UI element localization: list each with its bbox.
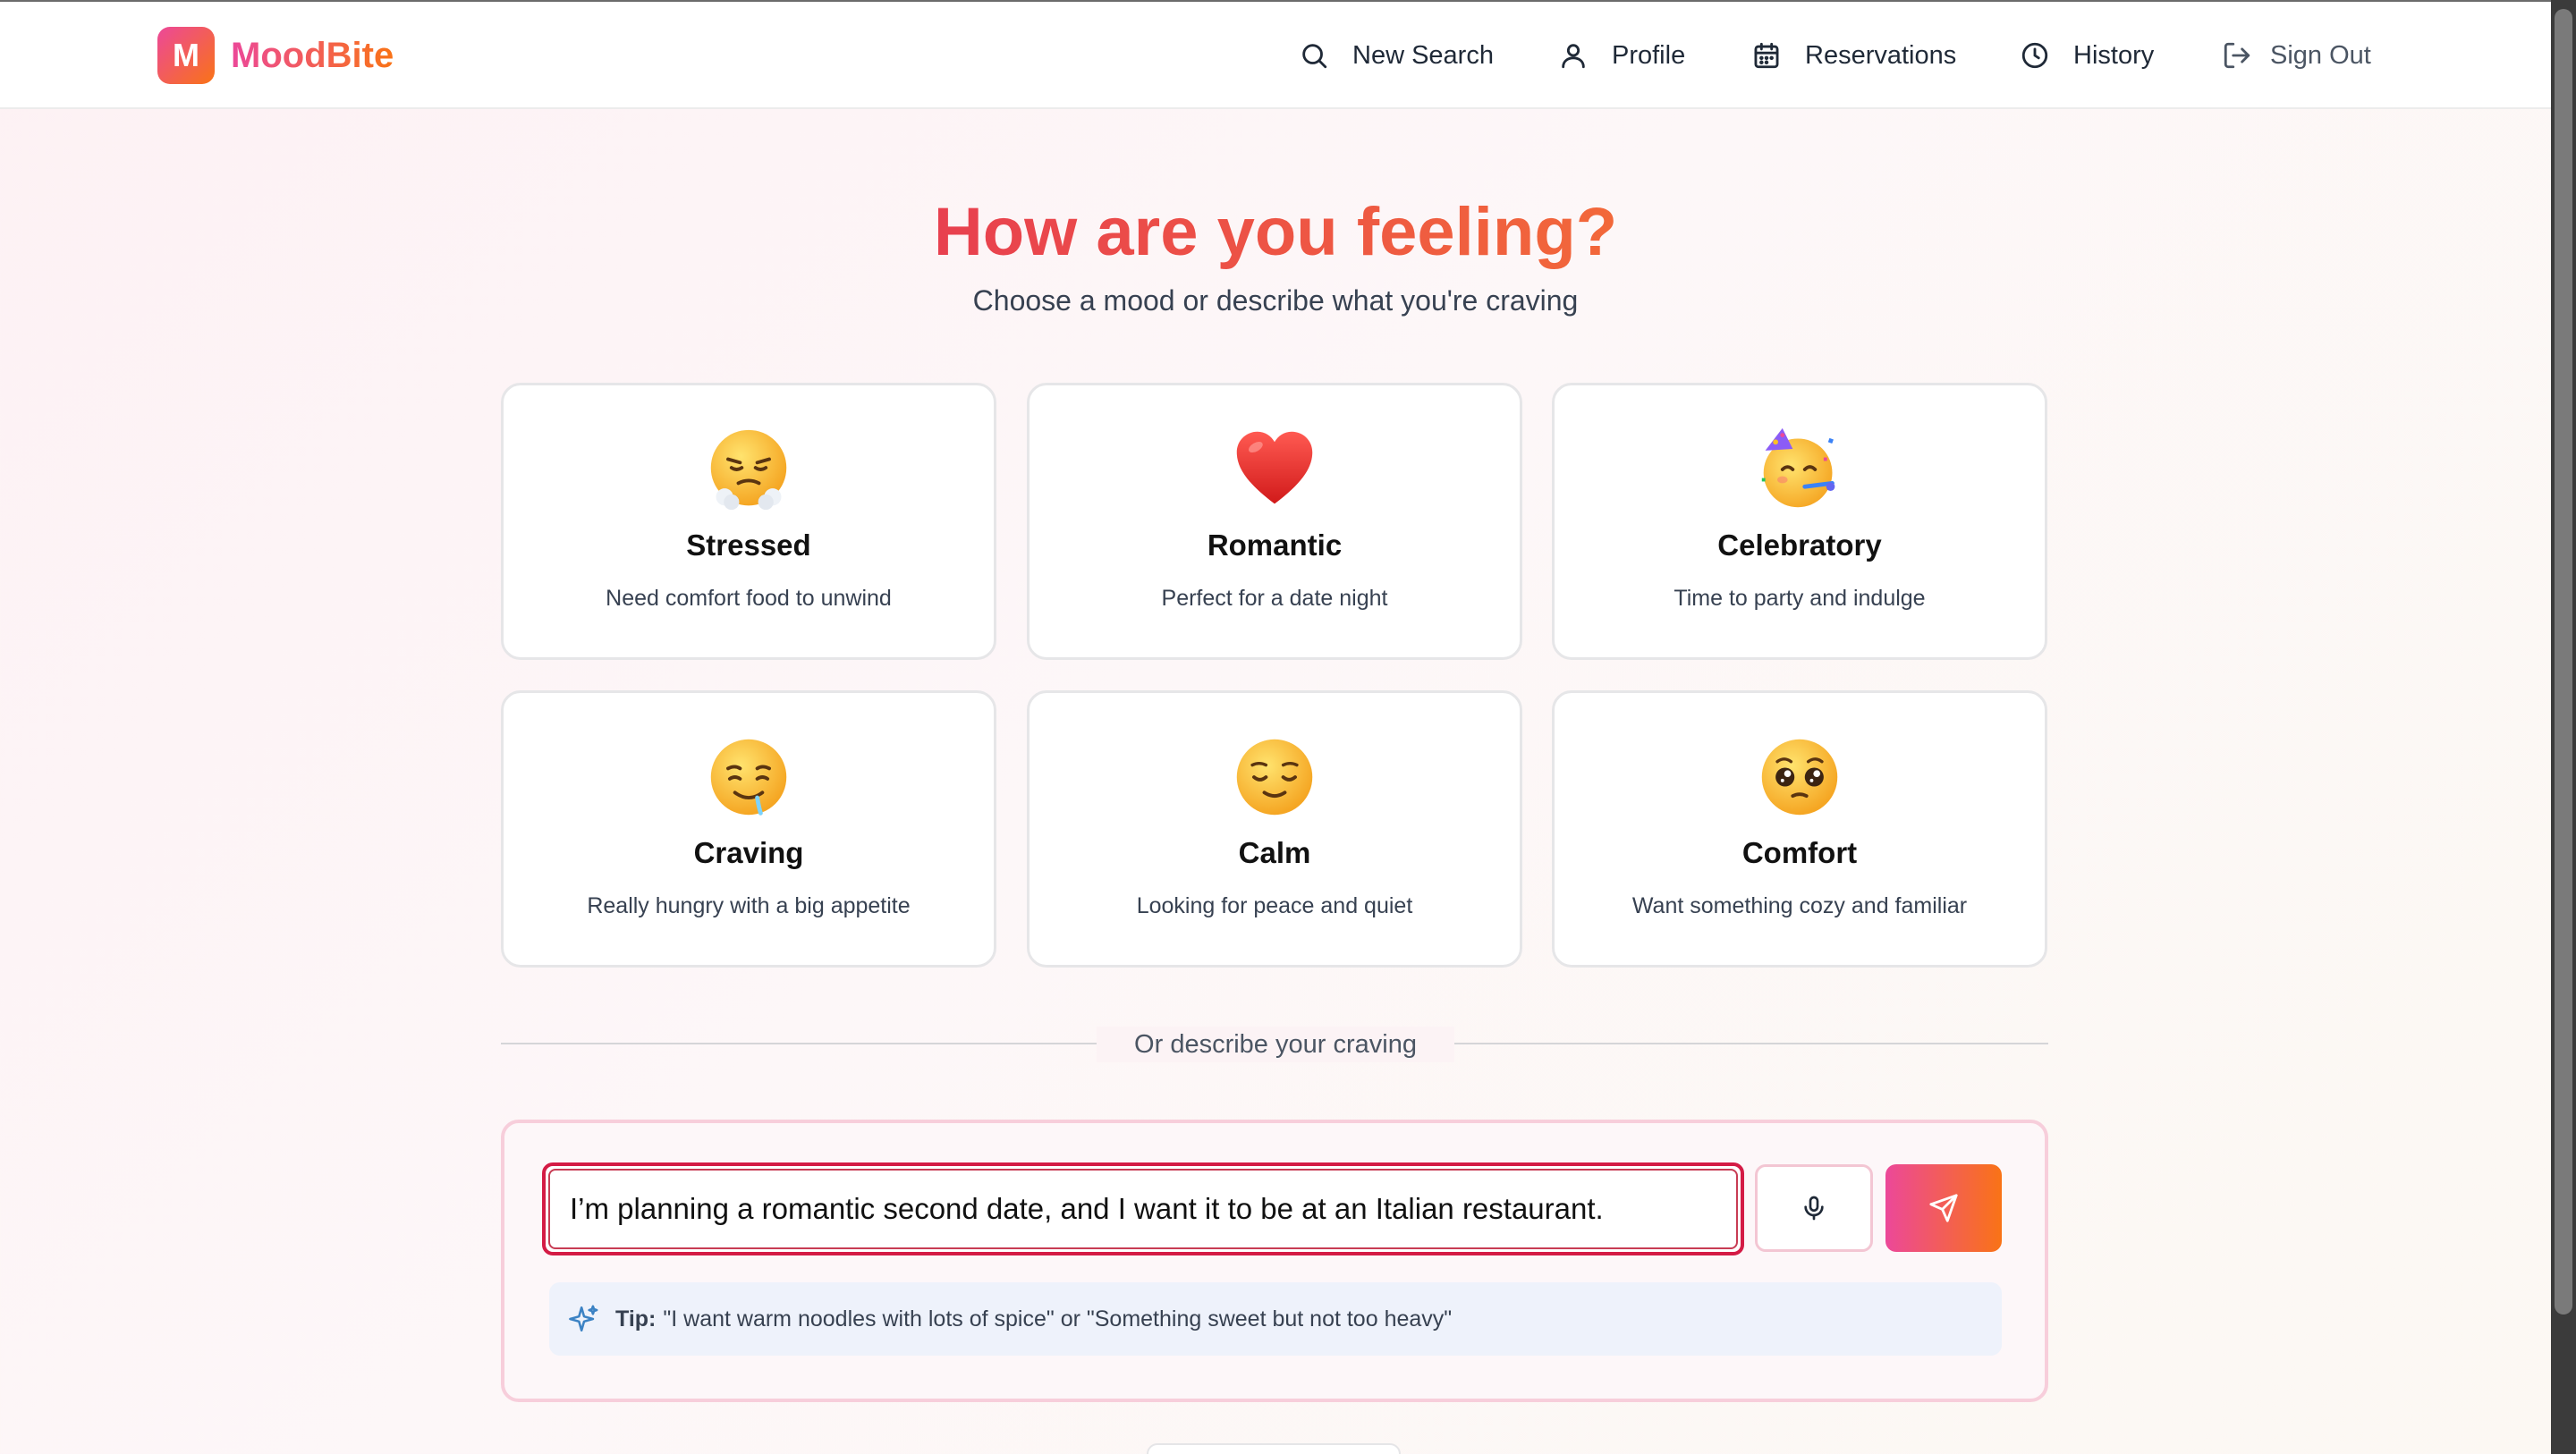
red-heart-icon	[1236, 431, 1313, 504]
sparkles-icon	[569, 1305, 598, 1332]
mood-card-stressed[interactable]: Stressed Need comfort food to unwind	[501, 383, 996, 660]
app-name: MoodBite	[231, 35, 394, 75]
mood-description: Looking for peace and quiet	[1136, 893, 1413, 918]
nav-new-search[interactable]: New Search	[1299, 2, 1494, 109]
steaming-face-icon	[710, 429, 787, 511]
mood-description: Really hungry with a big appetite	[587, 893, 911, 918]
tip-box: Tip: "I want warm noodles with lots of s…	[549, 1282, 2002, 1356]
sign-out-icon	[2224, 42, 2250, 69]
mood-description: Perfect for a date night	[1161, 586, 1388, 611]
page-subtitle: Choose a mood or describe what you're cr…	[972, 284, 1579, 317]
brand-logo[interactable]: M MoodBite	[157, 27, 394, 84]
party-face-icon	[1761, 427, 1835, 508]
mood-name: Celebratory	[1717, 528, 1882, 562]
calendar-icon	[1754, 42, 1779, 69]
nav-label: Reservations	[1805, 40, 1957, 70]
divider-line-right	[1453, 1043, 2048, 1044]
mood-card-craving[interactable]: Craving Really hungry with a big appetit…	[501, 690, 996, 968]
send-icon	[1929, 1194, 1958, 1222]
mood-name: Romantic	[1207, 528, 1343, 562]
mood-name: Calm	[1238, 836, 1311, 869]
nav-history[interactable]: History	[2020, 2, 2154, 109]
mood-description: Need comfort food to unwind	[606, 586, 892, 611]
nav-sign-out[interactable]: Sign Out	[2222, 2, 2371, 109]
top-navbar: M MoodBite New Search Profile Reservatio…	[0, 2, 2551, 109]
logo-mark: M	[157, 27, 215, 84]
mood-description: Time to party and indulge	[1674, 586, 1926, 611]
mood-name: Craving	[693, 836, 804, 869]
voice-input-button[interactable]	[1755, 1164, 1873, 1252]
page-title: How are you feeling?	[933, 194, 1618, 270]
nav-label: History	[2073, 40, 2155, 70]
drooling-face-icon	[710, 739, 787, 816]
nav-label: New Search	[1352, 40, 1494, 70]
mood-name: Stressed	[686, 528, 811, 562]
clock-icon	[2021, 42, 2048, 69]
tip-text: "I want warm noodles with lots of spice"…	[663, 1306, 1453, 1331]
next-section-peek	[1147, 1443, 1401, 1454]
mood-name: Comfort	[1741, 836, 1858, 869]
user-icon	[1562, 44, 1585, 69]
nav-profile[interactable]: Profile	[1558, 2, 1685, 109]
mood-description: Want something cozy and familiar	[1631, 893, 1968, 918]
mood-card-romantic[interactable]: Romantic Perfect for a date night	[1027, 383, 1522, 660]
nav-label: Sign Out	[2270, 40, 2371, 70]
tip-label: Tip:	[615, 1306, 657, 1331]
mood-card-comfort[interactable]: Comfort Want something cozy and familiar	[1552, 690, 2047, 968]
divider-label: Or describe your craving	[1097, 1027, 1454, 1062]
craving-input-wrapper	[542, 1162, 1744, 1255]
scrollbar-thumb[interactable]	[2555, 9, 2572, 1315]
pleading-face-icon	[1761, 739, 1838, 816]
search-icon	[1302, 44, 1327, 69]
relieved-face-icon	[1236, 739, 1313, 816]
divider-line-left	[501, 1043, 1098, 1044]
craving-input[interactable]	[548, 1169, 1738, 1249]
nav-label: Profile	[1612, 40, 1686, 70]
send-button[interactable]	[1885, 1164, 2002, 1252]
nav-reservations[interactable]: Reservations	[1751, 2, 1956, 109]
mood-card-calm[interactable]: Calm Looking for peace and quiet	[1027, 690, 1522, 968]
microphone-icon	[1804, 1196, 1824, 1221]
mood-card-celebratory[interactable]: Celebratory Time to party and indulge	[1552, 383, 2047, 660]
